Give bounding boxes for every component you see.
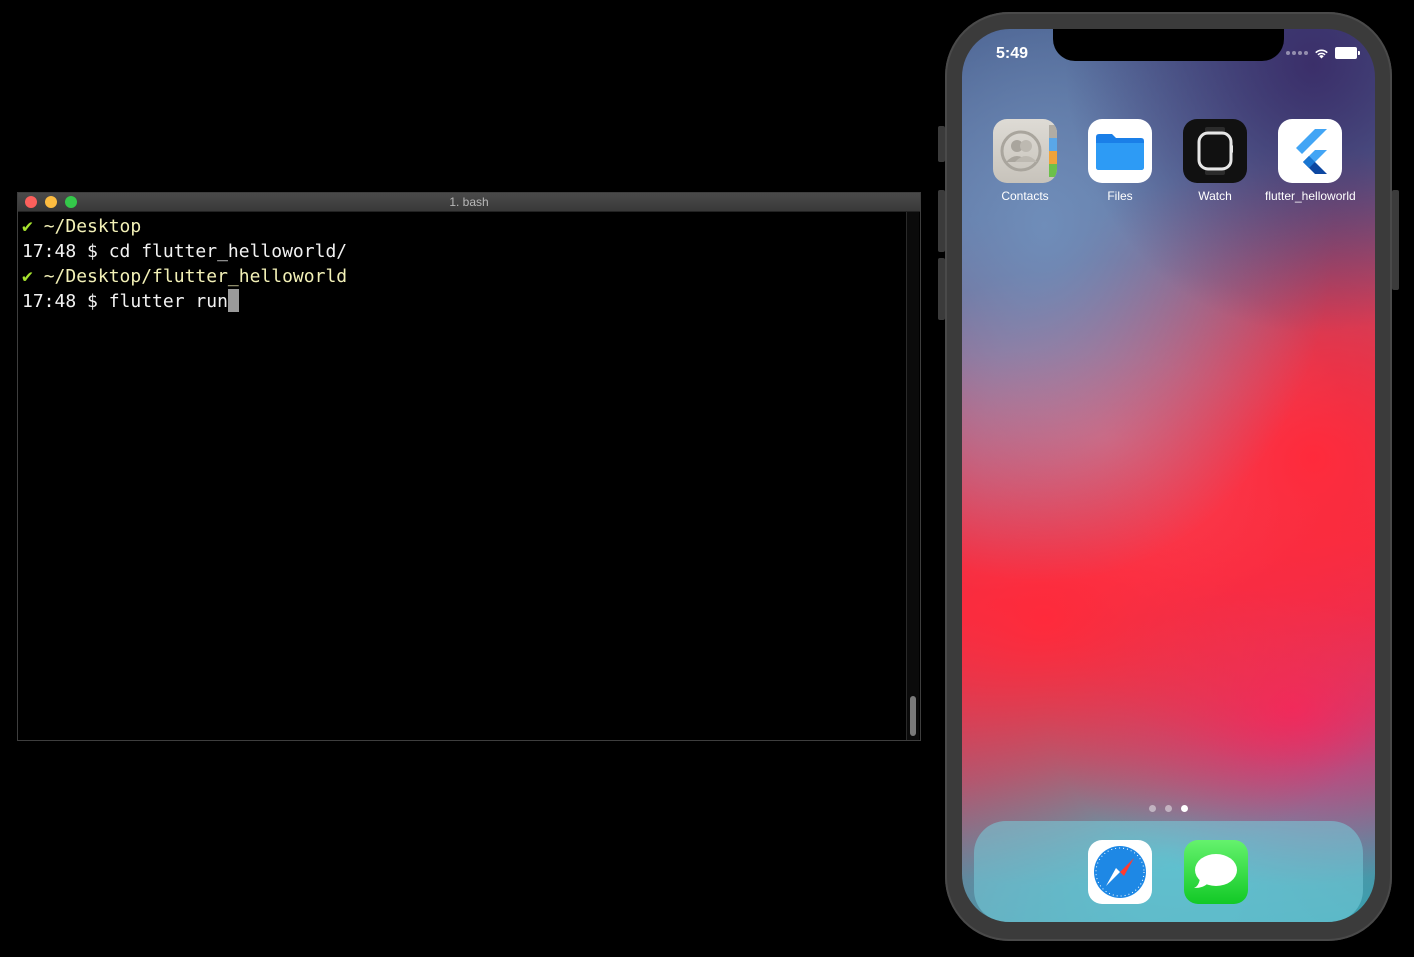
terminal-titlebar[interactable]: 1. bash bbox=[18, 193, 920, 212]
files-icon bbox=[1088, 119, 1152, 183]
checkmark-icon: ✔ bbox=[22, 266, 33, 287]
app-flutter-helloworld[interactable]: flutter_helloworld bbox=[1265, 119, 1356, 203]
command-text: flutter run bbox=[108, 291, 228, 312]
terminal-scrollbar[interactable] bbox=[906, 212, 919, 740]
watch-icon bbox=[1183, 119, 1247, 183]
page-dot[interactable] bbox=[1165, 805, 1172, 812]
app-contacts[interactable]: Contacts bbox=[980, 119, 1070, 203]
terminal-input-line[interactable]: 17:48 $ flutter run bbox=[22, 289, 906, 314]
text-cursor bbox=[227, 289, 239, 312]
page-dot[interactable] bbox=[1149, 805, 1156, 812]
prompt-time: 17:48 $ bbox=[22, 241, 98, 262]
app-files[interactable]: Files bbox=[1075, 119, 1165, 203]
contacts-icon bbox=[993, 119, 1057, 183]
notch bbox=[1053, 29, 1284, 61]
app-label: Watch bbox=[1198, 189, 1232, 203]
terminal-line: ✔ ~/Desktop/flutter_helloworld bbox=[22, 264, 906, 289]
flutter-icon bbox=[1278, 119, 1342, 183]
safari-icon[interactable] bbox=[1088, 840, 1152, 904]
prompt-path: ~/Desktop bbox=[43, 216, 142, 237]
terminal-line: 17:48 $ cd flutter_helloworld/ bbox=[22, 239, 906, 264]
battery-icon bbox=[1335, 47, 1360, 59]
volume-up-button[interactable] bbox=[938, 190, 945, 252]
app-watch[interactable]: Watch bbox=[1170, 119, 1260, 203]
app-label: Contacts bbox=[1001, 189, 1049, 203]
messages-icon[interactable] bbox=[1184, 840, 1248, 904]
volume-down-button[interactable] bbox=[938, 258, 945, 320]
power-button[interactable] bbox=[1392, 190, 1399, 290]
terminal-output[interactable]: ✔ ~/Desktop 17:48 $ cd flutter_helloworl… bbox=[22, 214, 906, 740]
command-text: cd flutter_helloworld/ bbox=[108, 241, 348, 262]
dock bbox=[974, 821, 1363, 922]
home-indicator[interactable] bbox=[1100, 909, 1237, 914]
status-icons bbox=[1286, 47, 1360, 59]
app-label: flutter_helloworld bbox=[1265, 189, 1356, 203]
terminal-window: 1. bash ✔ ~/Desktop 17:48 $ cd flutter_h… bbox=[17, 192, 921, 741]
prompt-time: 17:48 $ bbox=[22, 291, 98, 312]
page-indicator[interactable] bbox=[962, 805, 1375, 812]
iphone-simulator: 5:49 Contacts Files Watch flutter_hellow… bbox=[938, 12, 1399, 941]
desktop: 1. bash ✔ ~/Desktop 17:48 $ cd flutter_h… bbox=[0, 0, 1414, 957]
status-time: 5:49 bbox=[996, 45, 1029, 62]
terminal-title: 1. bash bbox=[449, 195, 489, 209]
home-screen[interactable]: 5:49 Contacts Files Watch flutter_hellow… bbox=[962, 29, 1375, 922]
cellular-signal-icon bbox=[1286, 51, 1308, 55]
scrollbar-thumb[interactable] bbox=[910, 696, 916, 736]
app-label: Files bbox=[1107, 189, 1133, 203]
prompt-path: ~/Desktop/flutter_helloworld bbox=[43, 266, 348, 287]
terminal-line: ✔ ~/Desktop bbox=[22, 214, 906, 239]
silent-switch[interactable] bbox=[938, 126, 945, 162]
page-dot-active[interactable] bbox=[1181, 805, 1188, 812]
wifi-icon bbox=[1315, 48, 1328, 58]
checkmark-icon: ✔ bbox=[22, 216, 33, 237]
